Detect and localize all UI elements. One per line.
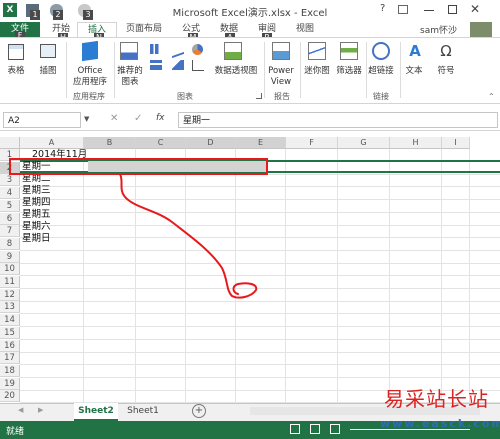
annotation-overlay <box>9 158 268 299</box>
status-ready: 就绪 <box>6 427 25 437</box>
page-layout-view-icon[interactable] <box>310 424 320 434</box>
add-sheet-button[interactable]: + <box>192 404 206 418</box>
scroll-left-icon[interactable]: ◀ <box>18 406 23 414</box>
annotation-scribble <box>119 173 258 299</box>
watermark-url: www.easck.com <box>380 417 500 430</box>
scroll-right-icon[interactable]: ▶ <box>38 406 43 414</box>
sheet-tab-sheet2[interactable]: Sheet2 <box>74 403 118 421</box>
page-break-view-icon[interactable] <box>330 424 340 434</box>
selection-annotation-box <box>9 158 268 175</box>
sheet-tab-sheet1[interactable]: Sheet1 <box>122 403 164 419</box>
normal-view-icon[interactable] <box>290 424 300 434</box>
watermark-name: 易采站长站 <box>384 387 489 411</box>
